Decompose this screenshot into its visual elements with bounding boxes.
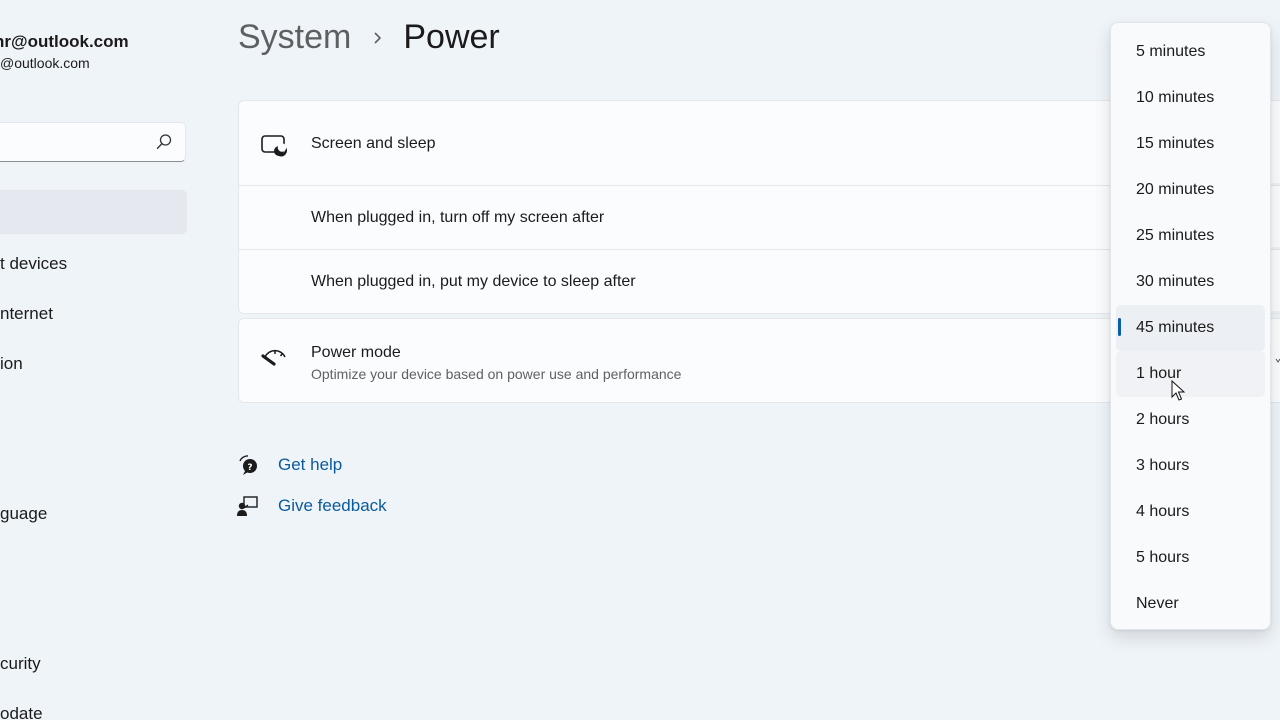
- dropdown-option[interactable]: 2 hours: [1116, 397, 1265, 443]
- mouse-cursor-icon: [1171, 380, 1185, 401]
- get-help-label[interactable]: Get help: [278, 455, 342, 475]
- dropdown-option-label: 3 hours: [1136, 457, 1190, 474]
- sidebar-item-security[interactable]: curity: [0, 654, 41, 674]
- breadcrumb: System Power: [238, 18, 500, 57]
- dropdown-option-label: 5 minutes: [1136, 43, 1206, 60]
- dropdown-option-label: 30 minutes: [1136, 273, 1215, 290]
- page-title: Power: [403, 18, 500, 56]
- dropdown-option-label: 45 minutes: [1136, 319, 1215, 336]
- account-email: @outlook.com: [0, 55, 90, 71]
- timeout-dropdown-menu[interactable]: 5 minutes 10 minutes 15 minutes 20 minutes 2…: [1110, 22, 1271, 630]
- screen-sleep-title: Screen and sleep: [311, 135, 436, 152]
- sidebar-item-language[interactable]: guage: [0, 504, 47, 524]
- dropdown-option[interactable]: 10 minutes: [1116, 75, 1265, 121]
- dropdown-option-label: 20 minutes: [1136, 181, 1215, 198]
- dropdown-option[interactable]: 3 hours: [1116, 443, 1265, 489]
- dropdown-option-label: 15 minutes: [1136, 135, 1215, 152]
- search-input[interactable]: [0, 122, 186, 162]
- svg-text:?: ?: [247, 463, 252, 473]
- power-mode-subtitle: Optimize your device based on power use …: [311, 366, 682, 382]
- dropdown-option-label: 2 hours: [1136, 411, 1190, 428]
- dropdown-option[interactable]: 5 minutes: [1116, 29, 1265, 75]
- right-edge-controls: [1271, 183, 1280, 363]
- selection-indicator: [1118, 318, 1121, 336]
- screen-off-label: When plugged in, turn off my screen afte…: [311, 209, 605, 226]
- sidebar-item-system[interactable]: [0, 190, 187, 234]
- dropdown-option-label: 10 minutes: [1136, 89, 1215, 106]
- dropdown-option[interactable]: 4 hours: [1116, 489, 1265, 535]
- sidebar: nr@outlook.com @outlook.com t devices nt…: [0, 0, 200, 720]
- account-name: nr@outlook.com: [0, 32, 129, 51]
- dropdown-option[interactable]: Never: [1116, 581, 1265, 627]
- sidebar-item-devices[interactable]: t devices: [0, 254, 67, 274]
- search-icon[interactable]: [155, 133, 173, 151]
- speedometer-icon: [261, 349, 286, 366]
- dropdown-option[interactable]: 30 minutes: [1116, 259, 1265, 305]
- dropdown-option[interactable]: 1 hour: [1116, 351, 1265, 397]
- breadcrumb-system[interactable]: System: [238, 18, 351, 57]
- dropdown-option[interactable]: 45 minutes: [1116, 305, 1265, 351]
- settings-window: nr@outlook.com @outlook.com t devices nt…: [0, 0, 1280, 720]
- feedback-icon: [237, 495, 258, 516]
- chevron-right-icon: [351, 23, 403, 53]
- dropdown-option[interactable]: 20 minutes: [1116, 167, 1265, 213]
- dropdown-option-label: Never: [1136, 595, 1179, 612]
- dropdown-option[interactable]: 25 minutes: [1116, 213, 1265, 259]
- dropdown-option[interactable]: 15 minutes: [1116, 121, 1265, 167]
- sidebar-item-update[interactable]: odate: [0, 704, 43, 720]
- dropdown-option-label: 5 hours: [1136, 549, 1190, 566]
- give-feedback-link[interactable]: Give feedback: [236, 485, 387, 526]
- get-help-icon: ?: [239, 454, 257, 475]
- sleep-label: When plugged in, put my device to sleep …: [311, 273, 636, 290]
- power-mode-title: Power mode: [311, 344, 401, 361]
- dropdown-option-label: 4 hours: [1136, 503, 1190, 520]
- sidebar-item-personalization[interactable]: ion: [0, 354, 23, 374]
- screen-sleep-icon: [261, 135, 288, 157]
- get-help-link[interactable]: ? Get help: [236, 444, 387, 485]
- dropdown-option[interactable]: 5 hours: [1116, 535, 1265, 581]
- sidebar-item-network[interactable]: nternet: [0, 304, 53, 324]
- give-feedback-label[interactable]: Give feedback: [278, 496, 387, 516]
- dropdown-option-label: 25 minutes: [1136, 227, 1215, 244]
- help-links: ? Get help Give feedback: [236, 444, 387, 526]
